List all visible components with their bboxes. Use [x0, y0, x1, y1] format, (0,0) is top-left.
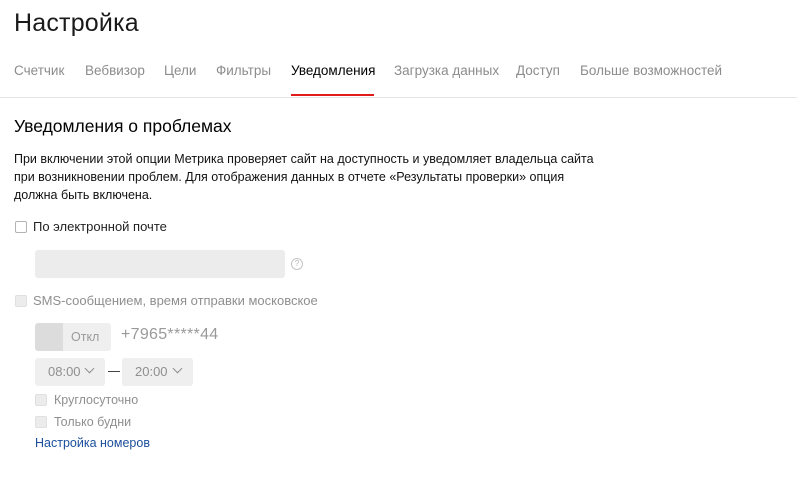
tab-counter[interactable]: Счетчик: [14, 63, 64, 78]
time-to-select[interactable]: 20:00: [122, 358, 193, 386]
tab-bar: Счетчик Вебвизор Цели Фильтры Уведомлени…: [0, 56, 797, 98]
active-tab-indicator: [291, 94, 374, 96]
tab-goals[interactable]: Цели: [164, 63, 196, 78]
chevron-down-icon: [84, 363, 95, 374]
time-from-select[interactable]: 08:00: [35, 358, 105, 386]
toggle-state-label: Откл: [71, 330, 100, 344]
page-title: Настройка: [14, 9, 139, 37]
time-range-dash: [108, 371, 120, 373]
description-line: при возникновении проблем. Для отображен…: [14, 170, 565, 184]
chevron-down-icon: [172, 363, 183, 374]
tab-data-upload[interactable]: Загрузка данных: [394, 63, 499, 78]
email-checkbox[interactable]: [15, 221, 27, 233]
sms-toggle[interactable]: Откл: [35, 323, 111, 351]
tab-access[interactable]: Доступ: [516, 63, 560, 78]
tab-webvisor[interactable]: Вебвизор: [85, 63, 145, 78]
help-icon[interactable]: ?: [291, 258, 303, 270]
weekdays-label[interactable]: Только будни: [54, 415, 131, 429]
tab-filters[interactable]: Фильтры: [216, 63, 271, 78]
email-checkbox-label[interactable]: По электронной почте: [33, 219, 167, 234]
numbers-settings-link[interactable]: Настройка номеров: [35, 436, 150, 450]
time-to-value: 20:00: [135, 364, 168, 379]
toggle-knob: [35, 323, 63, 351]
section-description: При включении этой опции Метрика проверя…: [14, 150, 634, 204]
weekdays-checkbox[interactable]: [35, 416, 47, 428]
around-clock-checkbox[interactable]: [35, 394, 47, 406]
time-from-value: 08:00: [48, 364, 81, 379]
description-line: должна быть включена.: [14, 188, 153, 202]
email-field[interactable]: [35, 250, 285, 278]
description-line: При включении этой опции Метрика проверя…: [14, 152, 594, 166]
around-clock-label[interactable]: Круглосуточно: [54, 393, 138, 407]
sms-checkbox-label[interactable]: SMS-сообщением, время отправки московско…: [33, 293, 318, 308]
tab-more-features[interactable]: Больше возможностей: [580, 63, 722, 78]
section-title: Уведомления о проблемах: [14, 116, 232, 136]
tab-notifications[interactable]: Уведомления: [291, 63, 375, 78]
sms-checkbox[interactable]: [15, 295, 27, 307]
phone-number: +7965*****44: [121, 326, 219, 343]
